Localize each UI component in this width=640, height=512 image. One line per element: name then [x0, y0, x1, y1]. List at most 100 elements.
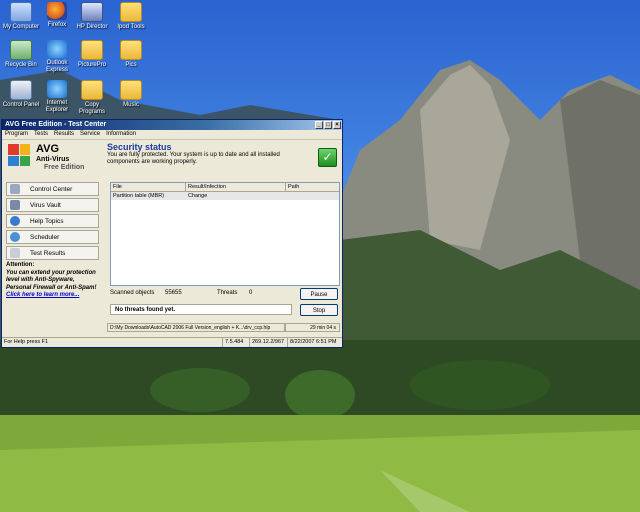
brand-edition: Free Edition — [44, 164, 85, 171]
desktop-icon[interactable]: Recycle Bin — [2, 40, 40, 69]
elapsed-time: 29 min 04 s — [285, 323, 340, 332]
pause-button[interactable]: Pause — [300, 288, 338, 300]
folder-icon — [120, 40, 142, 60]
row-path — [286, 192, 339, 200]
scanned-value: 55655 — [165, 290, 182, 296]
current-path-bar: D:\My Downloads\AutoCAD 2006 Full Versio… — [107, 323, 340, 332]
menu-tests[interactable]: Tests — [34, 130, 48, 139]
attention-body: You can extend your protection level wit… — [6, 269, 97, 291]
current-file-path: D:\My Downloads\AutoCAD 2006 Full Versio… — [107, 323, 285, 332]
close-button[interactable]: × — [333, 121, 341, 129]
menu-service[interactable]: Service — [80, 130, 100, 139]
table-header: File Result/Infection Path — [111, 183, 339, 192]
my-computer-icon — [10, 2, 32, 22]
avg-window: AVG Free Edition - Test Center _ □ × Pro… — [1, 119, 343, 348]
row-file: Partition table (MBR) — [113, 193, 165, 199]
brand-name: AVG — [36, 143, 60, 155]
nav-label: Help Topics — [30, 217, 64, 225]
nav-help-topics[interactable]: Help Topics — [6, 214, 99, 228]
right-panel: Security status You are fully protected.… — [107, 142, 340, 346]
status-bar: For Help press F1 7.5.484 269.12.2/967 8… — [2, 337, 342, 347]
desktop: My Computer Firefox HP Director Ipod Tools R… — [0, 0, 640, 512]
help-icon — [10, 216, 20, 226]
folder-icon — [120, 2, 142, 22]
hp-director-icon — [81, 2, 103, 22]
attention-box: Attention: You can extend your protectio… — [6, 262, 99, 300]
nav-label: Control Center — [30, 185, 73, 193]
desktop-icon[interactable]: Internet Explorer — [38, 80, 76, 114]
attention-heading: Attention: — [6, 262, 35, 268]
desktop-icon[interactable]: Control Panel — [2, 80, 40, 109]
desktop-icon[interactable]: Ipod Tools — [112, 2, 150, 31]
desktop-icon-label: Recycle Bin — [5, 62, 37, 68]
status-date: 8/22/2007 6:51 PM — [287, 338, 342, 347]
desktop-icon-label: Outlook Express — [46, 60, 68, 73]
nav-control-center[interactable]: Control Center — [6, 182, 99, 196]
desktop-icon-label: My Computer — [2, 24, 39, 30]
virus-vault-icon — [10, 200, 20, 210]
left-panel: AVG Anti-Virus Free Edition Control Cent… — [6, 142, 99, 346]
folder-icon — [81, 80, 103, 100]
brand-product: Anti-Virus — [36, 156, 70, 163]
col-file[interactable]: File — [111, 183, 186, 191]
col-path[interactable]: Path — [286, 183, 339, 191]
desktop-icon-label: Copy Programs — [78, 102, 105, 115]
menu-results[interactable]: Results — [54, 130, 74, 139]
desktop-icon-label: Control Panel — [2, 102, 40, 108]
status-db: 269.12.2/967 — [249, 338, 287, 347]
desktop-icon[interactable]: Pics — [112, 40, 150, 69]
table-row[interactable]: Partition table (MBR) Change — [111, 192, 339, 200]
desktop-icon-label: Internet Explorer — [45, 100, 69, 113]
nav-label: Scheduler — [30, 233, 60, 241]
menu-information[interactable]: Information — [106, 130, 136, 139]
nav-label: Test Results — [30, 249, 66, 257]
no-threats-message: No threats found yet. — [110, 304, 292, 315]
internet-explorer-icon — [47, 80, 67, 98]
window-title: AVG Free Edition - Test Center — [5, 121, 107, 128]
scanned-label: Scanned objects — [110, 290, 155, 296]
recycle-bin-icon — [10, 40, 32, 60]
nav-virus-vault[interactable]: Virus Vault — [6, 198, 99, 212]
control-center-icon — [10, 184, 20, 194]
desktop-icon-label: Firefox — [47, 22, 67, 28]
desktop-icon-label: Music — [123, 102, 139, 108]
desktop-icon-label: PicturePro — [77, 62, 106, 68]
security-status-title: Security status — [107, 142, 172, 152]
menu-program[interactable]: Program — [5, 130, 28, 139]
desktop-icon-label: HP Director — [76, 24, 108, 30]
status-help: For Help press F1 — [4, 339, 49, 345]
desktop-icon[interactable]: Music — [112, 80, 150, 109]
desktop-icon-label: Ipod Tools — [117, 24, 145, 30]
minimize-button[interactable]: _ — [315, 121, 323, 129]
desktop-icon[interactable]: PicturePro — [73, 40, 111, 69]
threats-value: 0 — [249, 290, 253, 296]
security-status-text: You are fully protected. Your system is … — [107, 152, 280, 165]
nav-label: Virus Vault — [30, 201, 61, 209]
desktop-icon[interactable]: Copy Programs — [73, 80, 111, 116]
ok-checkmark-icon: ✓ — [318, 148, 337, 167]
status-version: 7.5.484 — [222, 338, 249, 347]
desktop-icon[interactable]: My Computer — [2, 2, 40, 31]
threats-label: Threats — [217, 290, 238, 296]
desktop-icon[interactable]: HP Director — [73, 2, 111, 31]
scan-stats: Scanned objects 55655 Threats 0 — [110, 290, 252, 296]
avg-brand: AVG Anti-Virus Free Edition — [6, 142, 99, 180]
maximize-button[interactable]: □ — [324, 121, 332, 129]
desktop-icon[interactable]: Firefox — [38, 2, 76, 29]
nav-test-results[interactable]: Test Results — [6, 246, 99, 260]
row-result: Change — [188, 193, 208, 199]
firefox-icon — [47, 2, 67, 20]
nav-scheduler[interactable]: Scheduler — [6, 230, 99, 244]
scheduler-icon — [10, 232, 20, 242]
results-table: File Result/Infection Path Partition tab… — [110, 182, 340, 286]
menu-bar: Program Tests Results Service Informatio… — [2, 130, 342, 140]
desktop-icon-label: Pics — [125, 62, 137, 68]
control-panel-icon — [10, 80, 32, 100]
stop-button[interactable]: Stop — [300, 304, 338, 316]
learn-more-link[interactable]: Click here to learn more... — [6, 292, 79, 298]
col-result[interactable]: Result/Infection — [186, 183, 286, 191]
avg-logo-icon — [8, 144, 30, 166]
folder-icon — [81, 40, 103, 60]
desktop-icon[interactable]: Outlook Express — [38, 40, 76, 74]
title-bar[interactable]: AVG Free Edition - Test Center _ □ × — [2, 120, 342, 130]
